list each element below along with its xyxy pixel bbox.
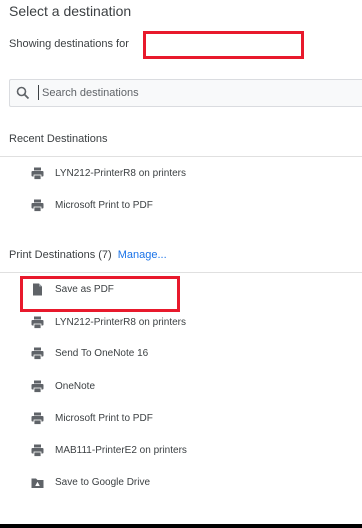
print-destinations-title: Print Destinations (7) — [9, 249, 112, 261]
destination-row[interactable]: Microsoft Print to PDF — [0, 405, 362, 433]
destination-label: Save to Google Drive — [55, 477, 151, 488]
destination-row[interactable]: Save to Google Drive — [0, 469, 362, 497]
printer-icon — [31, 380, 44, 393]
google-drive-icon — [31, 478, 44, 488]
search-input[interactable] — [42, 87, 342, 99]
text-caret — [38, 85, 39, 100]
printer-icon — [31, 167, 44, 180]
selection-highlight — [20, 276, 180, 312]
destination-label: Send To OneNote 16 — [55, 348, 149, 359]
search-box[interactable] — [9, 79, 362, 107]
destination-row[interactable]: LYN212-PrinterR8 on printers — [0, 160, 362, 188]
destination-row[interactable]: LYN212-PrinterR8 on printers — [0, 309, 362, 337]
destination-row[interactable]: OneNote — [0, 373, 362, 401]
showing-destinations-label: Showing destinations for — [9, 38, 129, 50]
printer-icon — [31, 347, 44, 360]
destination-label: LYN212-PrinterR8 on printers — [55, 168, 186, 179]
search-icon — [16, 86, 30, 100]
destination-row[interactable]: Microsoft Print to PDF — [0, 192, 362, 220]
divider — [0, 156, 362, 157]
destination-label: LYN212-PrinterR8 on printers — [55, 317, 186, 328]
destination-label: Microsoft Print to PDF — [55, 200, 153, 211]
dialog-title: Select a destination — [9, 3, 132, 19]
destination-label: Microsoft Print to PDF — [55, 413, 153, 424]
printer-icon — [31, 444, 44, 457]
printer-icon — [31, 412, 44, 425]
redacted-account-box — [143, 31, 304, 59]
destination-row[interactable]: MAB111-PrinterE2 on printers — [0, 437, 362, 465]
destination-label: OneNote — [55, 381, 96, 392]
destination-label: MAB111-PrinterE2 on printers — [55, 445, 187, 456]
manage-link[interactable]: Manage... — [118, 249, 167, 261]
print-destinations-heading: Print Destinations (7) Manage... — [9, 249, 167, 261]
divider — [0, 272, 362, 273]
window-bottom-edge — [0, 524, 362, 528]
printer-icon — [31, 316, 44, 329]
recent-destinations-heading: Recent Destinations — [9, 133, 108, 145]
destination-row[interactable]: Send To OneNote 16 — [0, 340, 362, 368]
printer-icon — [31, 199, 44, 212]
